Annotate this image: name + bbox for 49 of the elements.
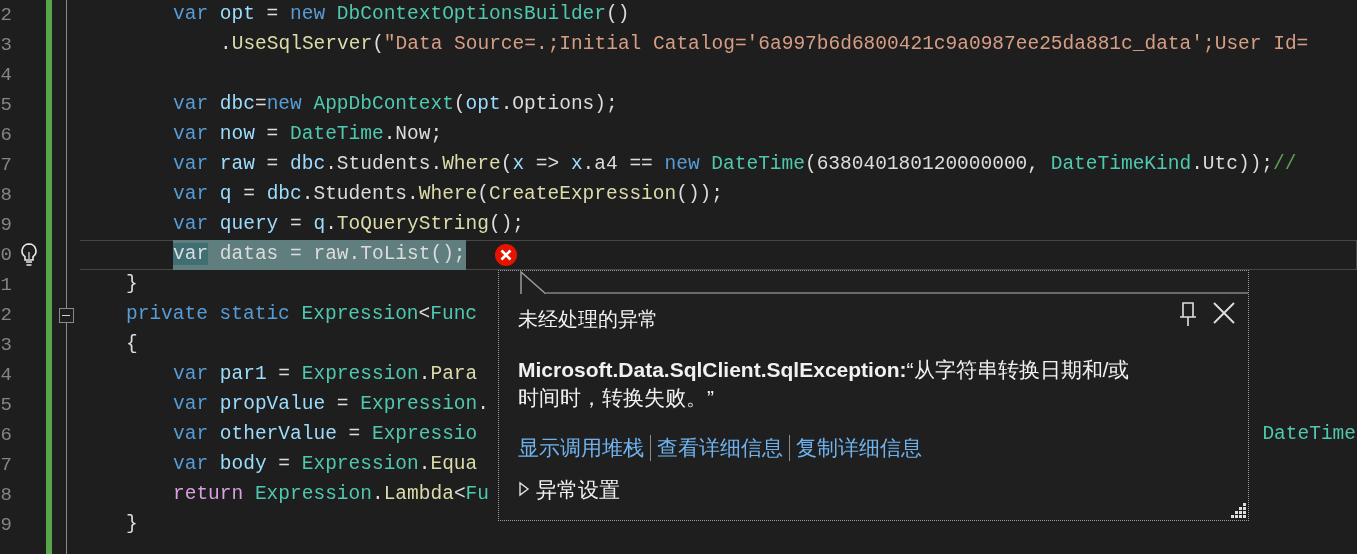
code-line: var propValue = Expression. bbox=[173, 392, 489, 418]
line-number: 4 bbox=[0, 62, 12, 88]
line-number: 2 bbox=[0, 302, 12, 328]
code-text: DateTime bbox=[1262, 422, 1356, 448]
expand-icon bbox=[518, 481, 530, 498]
code-line: var opt = new DbContextOptionsBuilder() bbox=[173, 2, 630, 28]
line-number: 8 bbox=[0, 182, 12, 208]
exception-message: Microsoft.Data.SqlClient.SqlException:“从字符串转换日期和/或时间时，转换失败。” bbox=[518, 357, 1131, 411]
line-number: 9 bbox=[0, 512, 12, 538]
resize-grip[interactable] bbox=[1231, 501, 1246, 518]
line-number: 8 bbox=[0, 482, 12, 508]
line-number: 5 bbox=[0, 92, 12, 118]
popup-title: 未经处理的异常 bbox=[518, 307, 658, 332]
code-line: } bbox=[126, 512, 138, 538]
line-number: 2 bbox=[0, 2, 12, 28]
close-button[interactable] bbox=[1212, 301, 1236, 325]
lightbulb-icon[interactable] bbox=[19, 242, 39, 268]
code-line: var q = dbc.Students.Where(CreateExpression()); bbox=[173, 182, 724, 208]
code-line: private static Expression<Func bbox=[126, 302, 478, 328]
code-line: { bbox=[126, 332, 138, 358]
line-number: 1 bbox=[0, 272, 12, 298]
code-line: var otherValue = Expressio bbox=[173, 422, 478, 448]
code-line: return Expression.Lambda<Fu bbox=[173, 482, 489, 508]
code-line: } bbox=[126, 272, 138, 298]
line-number: 5 bbox=[0, 392, 12, 418]
line-number: 7 bbox=[0, 152, 12, 178]
line-number: 3 bbox=[0, 32, 12, 58]
code-line: var raw = dbc.Students.Where(x => x.a4 == new DateTime(638040180120000000, DateTimeKind.Utc));// bbox=[173, 152, 1297, 178]
line-number: 9 bbox=[0, 212, 12, 238]
collapse-toggle[interactable] bbox=[58, 307, 74, 323]
code-line: var dbc=new AppDbContext(opt.Options); bbox=[173, 92, 618, 118]
line-number: 7 bbox=[0, 452, 12, 478]
error-icon[interactable] bbox=[493, 243, 518, 267]
line-number: 3 bbox=[0, 332, 12, 358]
exception-settings-toggle[interactable]: 异常设置 bbox=[518, 473, 620, 505]
code-line: var body = Expression.Equa bbox=[173, 452, 478, 478]
code-line: var par1 = Expression.Para bbox=[173, 362, 478, 388]
line-number: 6 bbox=[0, 122, 12, 148]
close-icon bbox=[1212, 301, 1236, 325]
pin-icon[interactable] bbox=[1179, 301, 1197, 327]
code-line: var now = DateTime.Now; bbox=[173, 122, 443, 148]
line-number: 0 bbox=[0, 242, 12, 268]
popup-link[interactable]: 复制详细信息 bbox=[796, 432, 922, 464]
popup-link[interactable]: 显示调用堆栈 bbox=[518, 432, 644, 464]
code-line: .UseSqlServer("Data Source=.;Initial Catalog='6a997b6d6800421c9a0987ee25da881c_data';User Id= bbox=[220, 32, 1309, 58]
popup-link[interactable]: 查看详细信息 bbox=[657, 432, 783, 464]
code-line: var query = q.ToQueryString(); bbox=[173, 212, 525, 238]
line-number: 4 bbox=[0, 362, 12, 388]
line-number: 6 bbox=[0, 422, 12, 448]
